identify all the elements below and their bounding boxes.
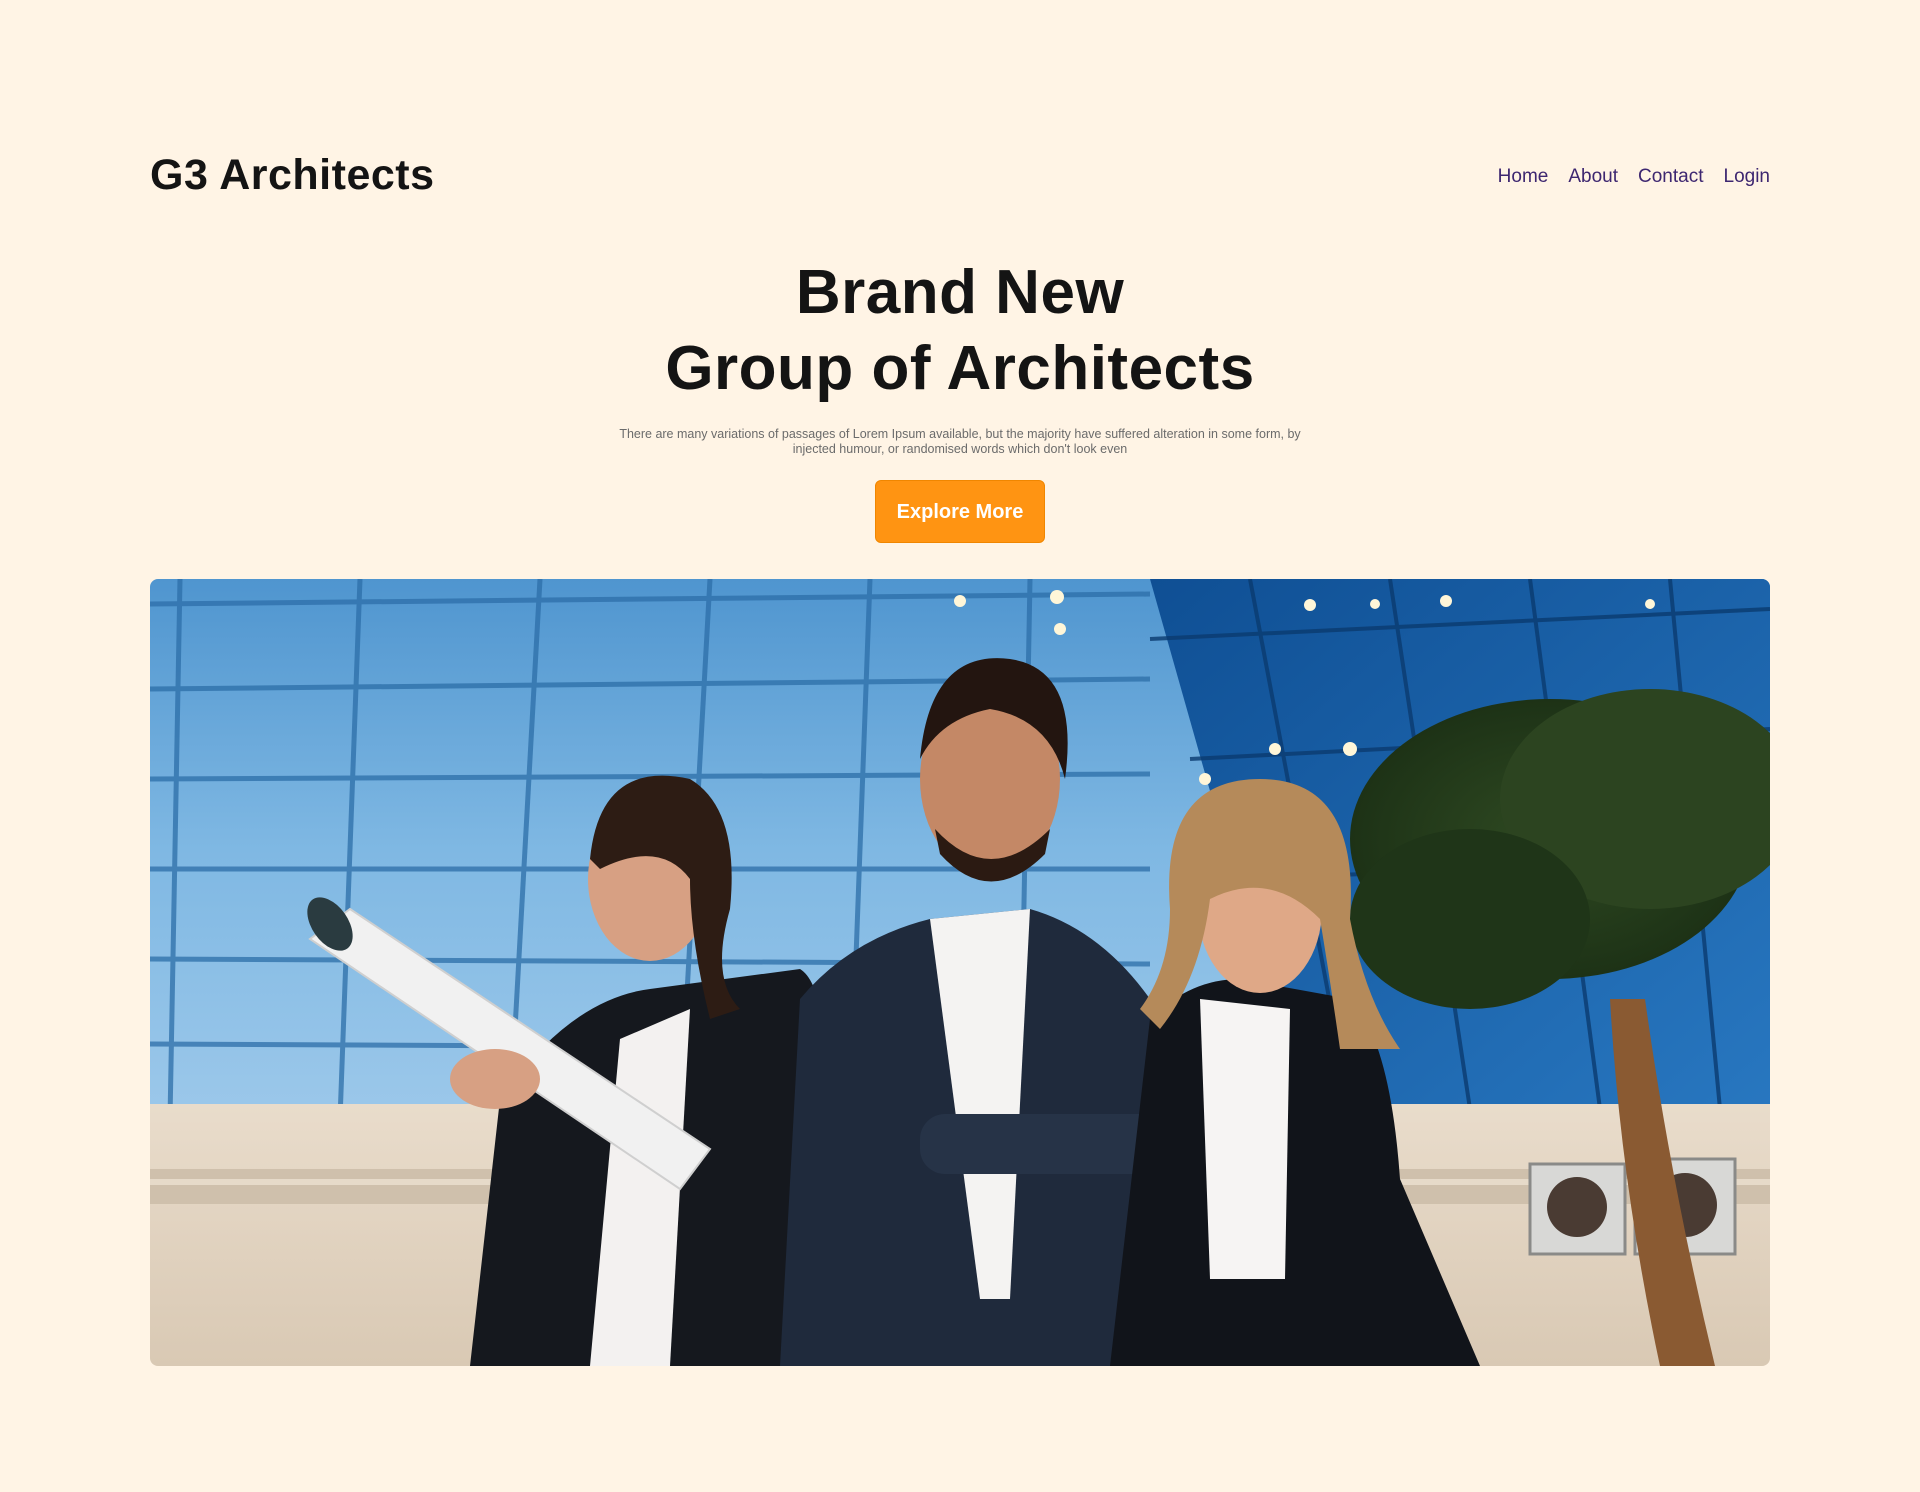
hero-headline-line2: Group of Architects bbox=[665, 334, 1255, 403]
hero-photo-illustration bbox=[150, 579, 1770, 1366]
hero-headline-line1: Brand New bbox=[795, 258, 1125, 327]
nav-link-contact[interactable]: Contact bbox=[1638, 166, 1703, 188]
hero-subtext: There are many variations of passages of… bbox=[619, 427, 1301, 456]
nav-link-about[interactable]: About bbox=[1568, 166, 1618, 188]
hero-photo bbox=[150, 579, 1770, 1366]
site-header: G3 Architects Home About Contact Login bbox=[150, 145, 1770, 209]
hero-headline: Brand New Group of Architects bbox=[0, 255, 1920, 407]
hero-section: Brand New Group of Architects There are … bbox=[0, 255, 1920, 543]
nav-link-login[interactable]: Login bbox=[1724, 166, 1771, 188]
brand-logo[interactable]: G3 Architects bbox=[150, 151, 435, 200]
main-nav: Home About Contact Login bbox=[1498, 166, 1770, 188]
explore-more-button[interactable]: Explore More bbox=[875, 480, 1045, 543]
nav-link-home[interactable]: Home bbox=[1498, 166, 1549, 188]
